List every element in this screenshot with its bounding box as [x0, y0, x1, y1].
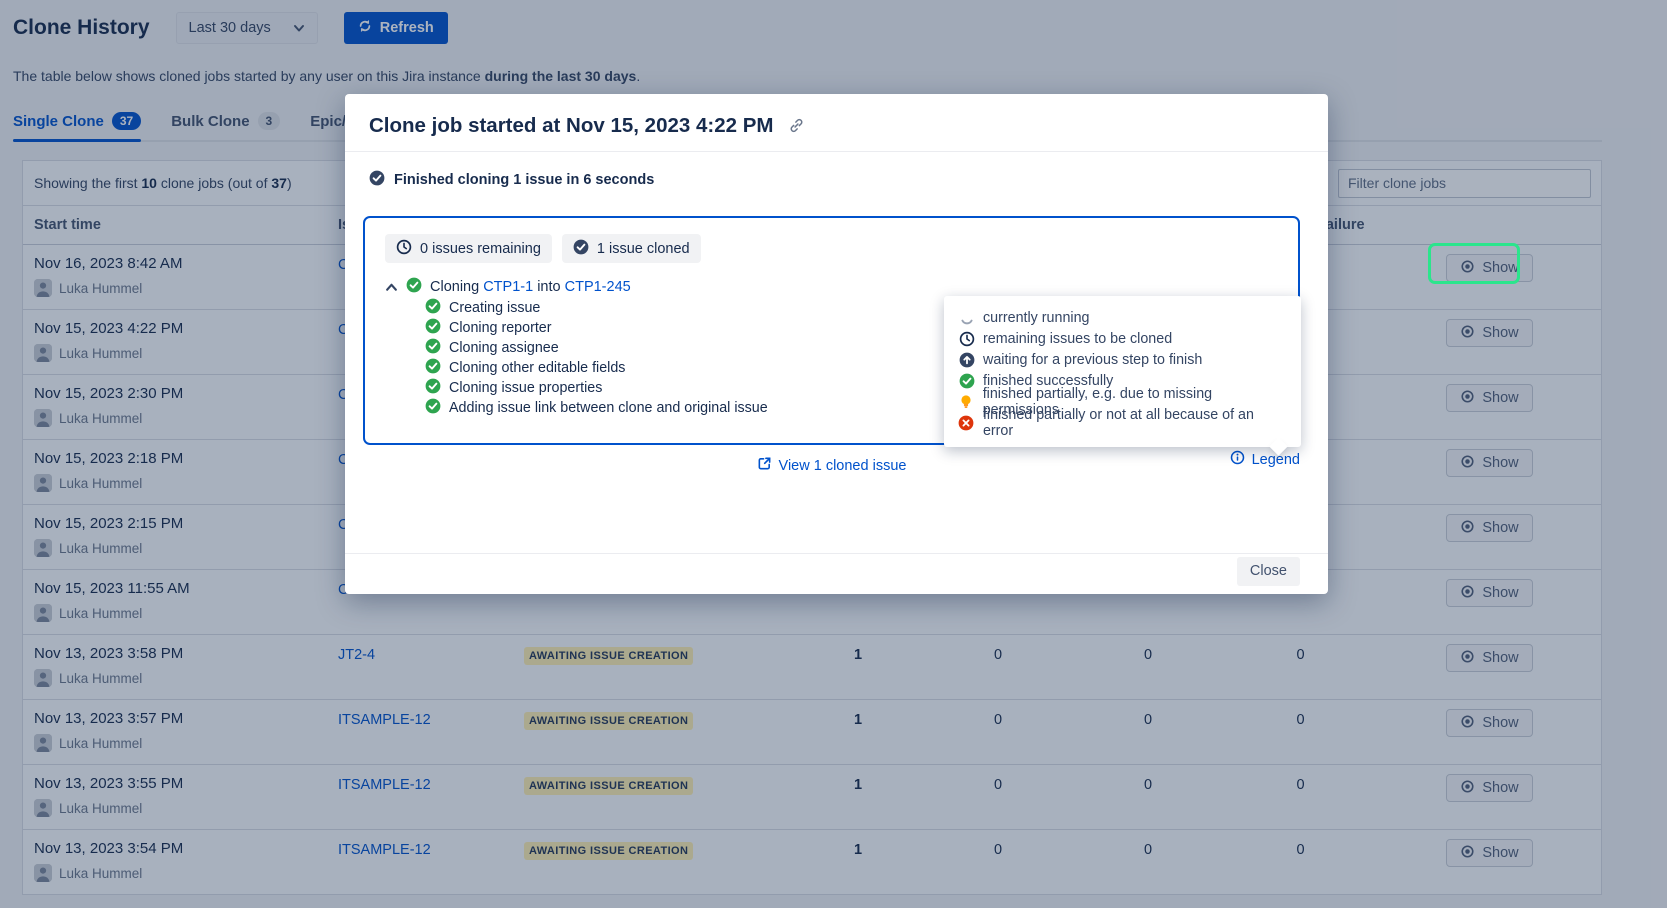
- legend-item: currently running: [958, 307, 1287, 328]
- modal-header: Clone job started at Nov 15, 2023 4:22 P…: [345, 94, 1328, 152]
- legend-item: remaining issues to be cloned: [958, 328, 1287, 349]
- tree-step-label: Adding issue link between clone and orig…: [449, 400, 768, 416]
- legend-link[interactable]: Legend: [1230, 450, 1300, 469]
- tree-step-label: Cloning assignee: [449, 340, 559, 356]
- job-status-message: Finished cloning 1 issue in 6 seconds: [394, 172, 654, 188]
- tree-parent-row: Cloning CTP1-1 into CTP1-245: [385, 276, 1278, 298]
- target-issue-link[interactable]: CTP1-245: [565, 279, 631, 295]
- issues-cloned-chip: 1 issue cloned: [562, 234, 701, 263]
- tree-step-label: Cloning issue properties: [449, 380, 602, 396]
- check-icon: [425, 338, 441, 358]
- legend-link-row: Legend: [1230, 450, 1300, 470]
- legend-popup: currently running remaining issues to be…: [944, 296, 1301, 447]
- view-cloned-issue-link[interactable]: View 1 cloned issue: [757, 456, 907, 475]
- legend-item-label: finished partially or not at all because…: [983, 407, 1287, 439]
- check-icon: [425, 358, 441, 378]
- check-icon: [425, 318, 441, 338]
- legend-item: waiting for a previous step to finish: [958, 349, 1287, 370]
- modal-title: Clone job started at Nov 15, 2023 4:22 P…: [369, 114, 773, 138]
- copy-link-icon[interactable]: [788, 117, 805, 134]
- source-issue-link[interactable]: CTP1-1: [483, 279, 533, 295]
- tree-step-label: Cloning reporter: [449, 320, 552, 336]
- check-green-icon: [958, 373, 975, 389]
- tree-parent-label: Cloning CTP1-1 into CTP1-245: [430, 279, 631, 295]
- tree-step-label: Creating issue: [449, 300, 540, 316]
- check-icon: [425, 298, 441, 318]
- error-circle-icon: [958, 415, 975, 431]
- collapse-chevron-icon[interactable]: [385, 281, 398, 294]
- modal-footer: Close: [345, 553, 1328, 594]
- legend-item-label: remaining issues to be cloned: [983, 331, 1172, 347]
- issues-remaining-chip: 0 issues remaining: [385, 234, 552, 263]
- info-icon: [1230, 450, 1245, 469]
- clock-icon: [958, 331, 975, 347]
- check-icon: [425, 398, 441, 418]
- arrow-up-circle-icon: [958, 352, 975, 368]
- check-icon: [406, 277, 422, 297]
- close-button[interactable]: Close: [1237, 557, 1300, 586]
- check-icon: [425, 378, 441, 398]
- legend-item-label: waiting for a previous step to finish: [983, 352, 1202, 368]
- legend-item: finished partially or not at all because…: [958, 412, 1287, 433]
- legend-item-label: currently running: [983, 310, 1090, 326]
- external-link-icon: [757, 456, 772, 475]
- tree-step-label: Cloning other editable fields: [449, 360, 625, 376]
- check-icon: [573, 239, 589, 259]
- bulb-icon: [958, 394, 975, 410]
- finished-check-icon: [369, 170, 385, 190]
- progress-chips: 0 issues remaining 1 issue cloned: [385, 234, 1278, 263]
- spinner-icon: [958, 310, 975, 326]
- view-cloned-row: View 1 cloned issue: [363, 456, 1300, 476]
- clock-icon: [396, 239, 412, 259]
- job-status-row: Finished cloning 1 issue in 6 seconds: [369, 170, 654, 190]
